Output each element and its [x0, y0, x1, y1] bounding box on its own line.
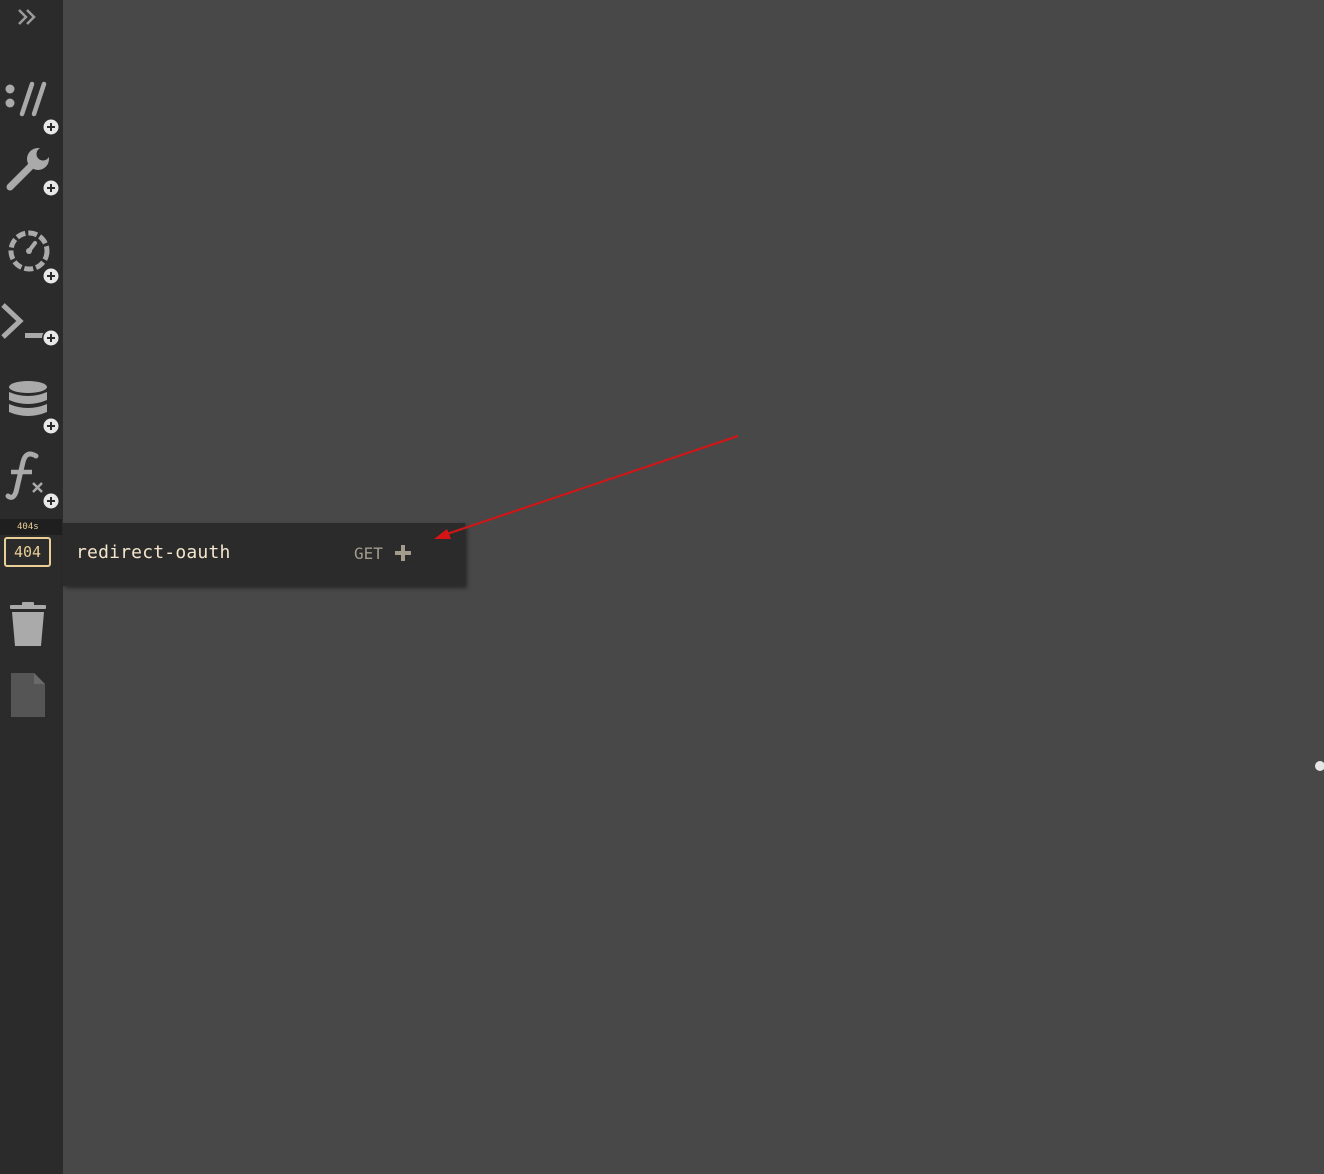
404s-badge: 404s — [0, 519, 62, 535]
route-name[interactable]: redirect-oauth — [76, 542, 231, 563]
expand-sidebar-button[interactable] — [0, 2, 63, 32]
scroll-indicator[interactable] — [1315, 761, 1324, 771]
http-add-icon — [5, 81, 60, 136]
404-icon: 404 — [4, 537, 51, 567]
trash-icon — [10, 602, 46, 646]
document-icon — [11, 673, 45, 717]
add-repl-button[interactable] — [0, 298, 63, 350]
add-worker-button[interactable] — [0, 145, 63, 205]
trash-button[interactable] — [0, 602, 63, 650]
404-label: 404 — [13, 543, 42, 561]
double-chevron-right-icon — [18, 9, 36, 25]
wrench-add-icon — [6, 147, 60, 197]
route-popup: redirect-oauth GET — [63, 523, 465, 586]
add-http-handler-button[interactable] — [0, 78, 63, 138]
add-datastore-button[interactable] — [0, 377, 63, 439]
404s-button[interactable]: 404 — [0, 535, 63, 570]
annotation-arrow — [434, 435, 739, 539]
cron-add-icon — [8, 230, 60, 285]
database-add-icon — [9, 381, 60, 435]
route-method: GET — [354, 544, 383, 563]
add-cron-button[interactable] — [0, 225, 63, 287]
function-add-icon — [5, 451, 60, 510]
documentation-button[interactable] — [0, 672, 63, 720]
repl-add-icon — [1, 303, 60, 347]
sidebar: 404s 404 — [0, 0, 63, 1174]
add-function-button[interactable] — [0, 450, 63, 512]
plus-icon[interactable] — [394, 543, 414, 563]
